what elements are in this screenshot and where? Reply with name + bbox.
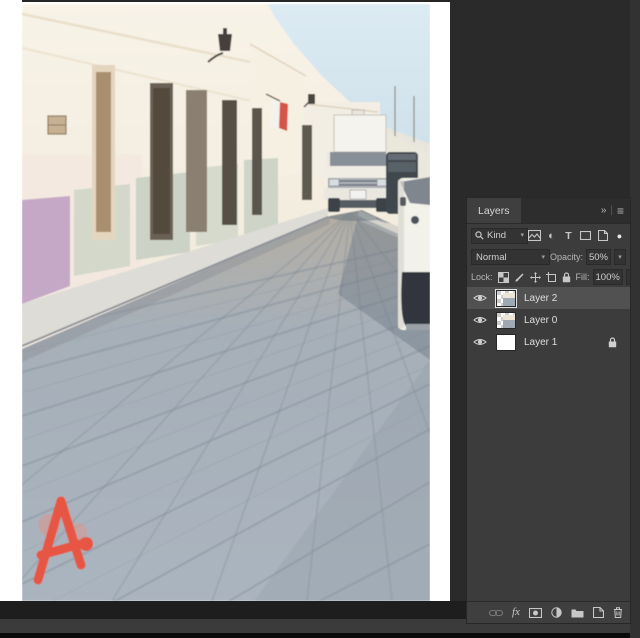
- layer-name: Layer 1: [524, 337, 557, 348]
- lock-label: Lock:: [471, 272, 493, 282]
- filter-pixel-layers-icon[interactable]: [528, 230, 541, 241]
- blend-row: Normal ▾ Opacity: 50% ▾: [467, 247, 630, 267]
- window-top-edge: [22, 0, 450, 2]
- filter-smart-objects-icon[interactable]: [596, 230, 609, 241]
- lock-transparent-pixels-icon[interactable]: [498, 272, 509, 283]
- chevron-down-icon: ▾: [520, 232, 524, 239]
- visibility-eye-icon[interactable]: [473, 315, 493, 325]
- lock-position-icon[interactable]: [530, 272, 541, 283]
- fx-label: fx: [512, 607, 520, 618]
- link-layers-icon[interactable]: [489, 609, 503, 617]
- add-layer-mask-icon[interactable]: [529, 608, 542, 618]
- filter-adjustment-layers-icon[interactable]: ◐: [545, 230, 558, 242]
- layers-list: Layer 2 Layer 0 Layer 1: [467, 287, 630, 353]
- collapse-panel-icon[interactable]: »: [601, 205, 607, 216]
- document-canvas[interactable]: [22, 4, 430, 601]
- white-van: [324, 110, 392, 212]
- opacity-label: Opacity:: [550, 252, 583, 262]
- lock-artboard-icon[interactable]: [546, 272, 557, 283]
- document-page[interactable]: [0, 0, 450, 601]
- panel-footer: fx: [467, 601, 630, 623]
- layer-row-layer0[interactable]: Layer 0: [467, 309, 630, 331]
- panel-menu-icon[interactable]: ≡: [617, 204, 624, 218]
- purple-wall-section: [22, 196, 70, 304]
- search-icon: [475, 231, 484, 240]
- visibility-eye-icon[interactable]: [473, 293, 493, 303]
- opacity-dropdown-button[interactable]: ▾: [614, 249, 626, 265]
- filter-type-layers-icon[interactable]: T: [562, 230, 575, 242]
- window-bottom-edge: [0, 633, 640, 638]
- filter-kind-select[interactable]: Kind ▾: [471, 228, 528, 244]
- filter-row: Kind ▾ ◐ T ●: [467, 224, 630, 247]
- lock-image-pixels-icon[interactable]: [514, 272, 525, 283]
- delete-layer-trash-icon[interactable]: [613, 607, 623, 618]
- blend-mode-select[interactable]: Normal ▾: [471, 249, 550, 265]
- layer-thumbnail[interactable]: [496, 312, 516, 329]
- fill-value[interactable]: 100%: [593, 269, 623, 285]
- layer-styles-fx-icon[interactable]: fx: [512, 607, 520, 618]
- tab-layers[interactable]: Layers: [467, 198, 521, 223]
- layer-name: Layer 0: [524, 315, 557, 326]
- new-group-folder-icon[interactable]: [571, 608, 584, 618]
- layer-row-layer2[interactable]: Layer 2: [467, 287, 630, 309]
- new-adjustment-layer-icon[interactable]: [551, 607, 562, 618]
- layer-thumbnail[interactable]: [496, 290, 516, 307]
- pasteboard-lower: [0, 601, 466, 619]
- visibility-eye-icon[interactable]: [473, 337, 493, 347]
- panel-empty-area: [467, 353, 630, 601]
- opacity-value[interactable]: 50%: [586, 249, 611, 265]
- filter-toggle-icon[interactable]: ●: [613, 231, 626, 241]
- layers-panel: Layers » | ≡ Kind ▾ ◐ T: [466, 197, 631, 624]
- tab-separator: |: [610, 205, 613, 216]
- blend-mode-value: Normal: [476, 252, 507, 263]
- lock-row: Lock:: [467, 267, 630, 287]
- layer-locked-icon: [608, 337, 617, 348]
- filter-shape-layers-icon[interactable]: [579, 231, 592, 240]
- app-root: { "canvas": { "description": "Faded phot…: [0, 0, 640, 638]
- white-suv: [398, 177, 430, 330]
- new-layer-icon[interactable]: [593, 607, 604, 618]
- chevron-down-icon: ▾: [618, 254, 622, 261]
- lock-all-icon[interactable]: [562, 272, 571, 283]
- panel-tab-bar: Layers » | ≡: [467, 198, 630, 224]
- fill-label: Fill:: [576, 272, 590, 282]
- layer-name: Layer 2: [524, 293, 557, 304]
- layer-thumbnail[interactable]: [496, 334, 516, 351]
- fill-dropdown-button[interactable]: ▾: [626, 269, 630, 285]
- chevron-down-icon: ▾: [541, 254, 545, 261]
- layer-row-layer1[interactable]: Layer 1: [467, 331, 630, 353]
- filter-kind-label: Kind: [487, 230, 506, 241]
- panel-dock-edge: [630, 0, 640, 638]
